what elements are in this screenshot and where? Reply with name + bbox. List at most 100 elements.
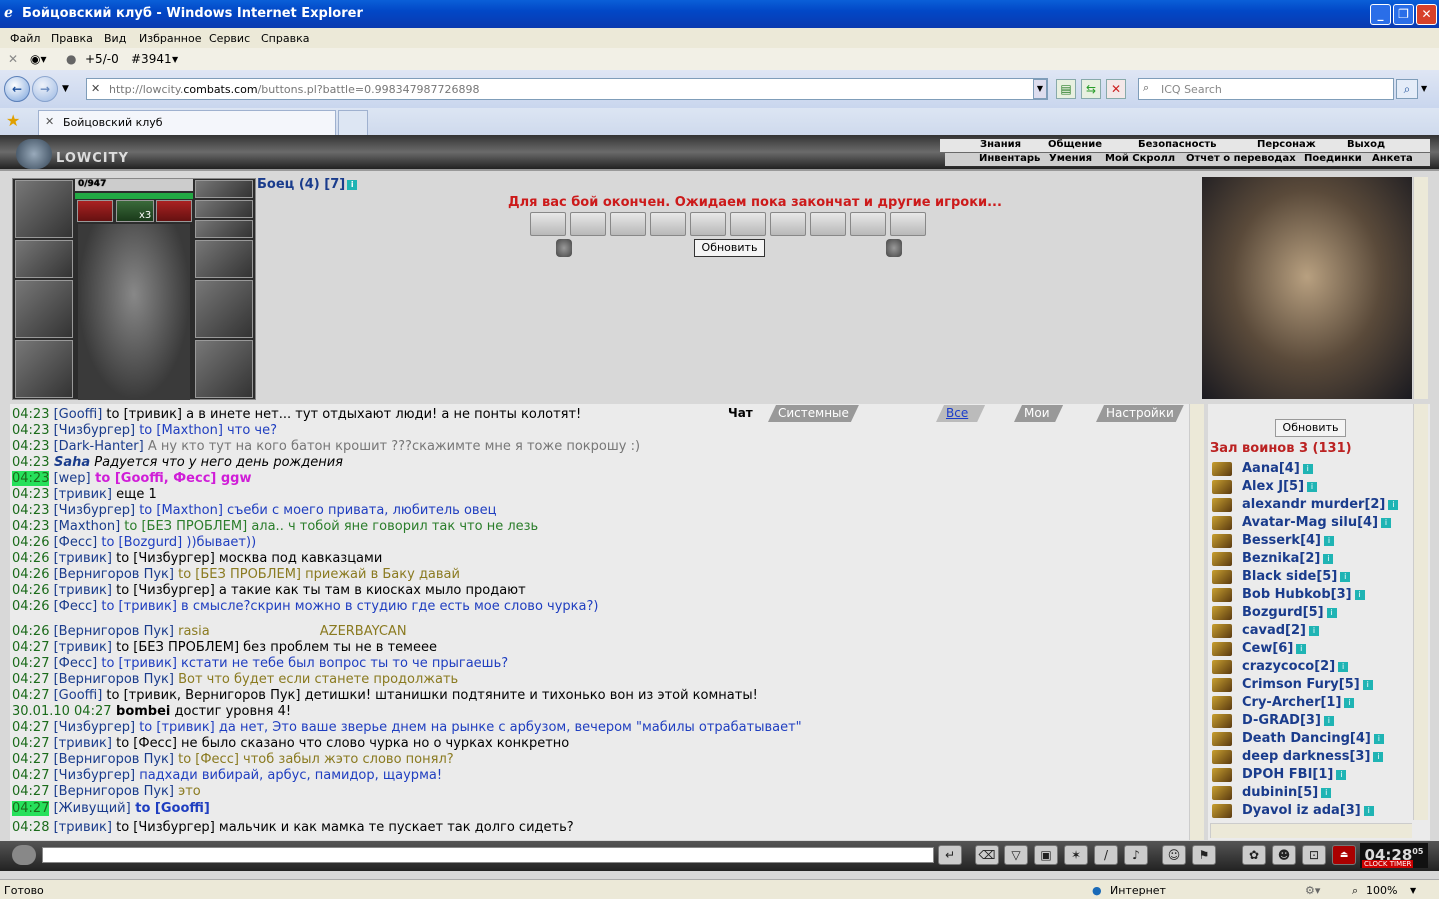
character-figure[interactable] [78,224,190,400]
weapon-slot-icon[interactable] [15,280,73,338]
exit-icon[interactable]: ⏏ [1332,845,1356,865]
private-message-icon[interactable] [1212,479,1232,494]
new-tab-button[interactable] [338,110,368,135]
scroll-left-icon[interactable] [556,239,572,257]
chat-nick[interactable]: [Dark-Hanter] [49,439,144,454]
info-icon[interactable]: i [1362,679,1373,690]
chat-nick[interactable]: [Вернигоров Пук] [49,784,174,799]
chat-time[interactable]: 04:23 [12,503,49,518]
user-row[interactable]: deep darkness[3] i [1212,749,1384,766]
info-icon[interactable]: i [1388,499,1399,510]
user-row[interactable]: Bob Hubkob[3] i [1212,587,1365,604]
info-icon[interactable]: i [1373,751,1384,762]
user-name[interactable]: Crimson Fury[5] [1242,677,1360,692]
scroll-slot[interactable] [850,212,886,236]
user-row[interactable]: Crimson Fury[5] i [1212,677,1373,694]
info-icon[interactable]: i [1323,553,1334,564]
info-icon[interactable]: i [1323,715,1334,726]
address-bar[interactable]: ✕ http://lowcity.combats.com/buttons.pl?… [86,78,1048,100]
chat-nick[interactable]: [Фесс] [49,535,98,550]
private-message-icon[interactable] [1212,803,1232,818]
effect-icon[interactable] [77,200,113,222]
chat-time[interactable]: 04:27 [12,752,49,767]
chat-nick[interactable]: [Gooffi] [49,688,103,703]
info-icon[interactable]: i [1302,463,1313,474]
menu-view[interactable]: Вид [104,32,126,45]
chat-time[interactable]: 04:23 [12,423,49,438]
speaker-icon[interactable] [12,845,36,865]
refresh-icon[interactable]: ⇆ [1081,79,1101,99]
private-message-icon[interactable] [1212,497,1232,512]
gloves-slot-icon[interactable] [195,240,253,278]
chat-time[interactable]: 04:27 [12,784,49,799]
chat-time[interactable]: 04:23 [12,487,49,502]
translit-icon[interactable]: / [1094,845,1118,865]
chat-time[interactable]: 04:27 [12,801,50,816]
users-scrollbar[interactable] [1413,404,1428,820]
chevron-down-icon[interactable]: ▼ [172,55,178,64]
private-message-icon[interactable] [1212,515,1232,530]
chat-nick[interactable]: [Вернигоров Пук] [49,567,174,582]
protected-mode-icon[interactable]: ⚙▾ [1305,884,1320,897]
user-row[interactable]: Death Dancing[4] i [1212,731,1384,748]
user-name[interactable]: DPOH FBI[1] [1242,767,1333,782]
private-message-icon[interactable] [1212,533,1232,548]
chat-time[interactable]: 30.01.10 04:27 [12,704,112,719]
user-row[interactable]: crazycoco[2] i [1212,659,1349,676]
user-row[interactable]: Avatar-Mag silu[4] i [1212,515,1392,532]
search-input[interactable]: ⌕ ICQ Search [1138,78,1394,100]
private-message-icon[interactable] [1212,749,1232,764]
chat-time[interactable]: 04:28 [12,820,49,835]
chat-nick[interactable]: [тривик] [49,583,112,598]
chat-time[interactable]: 04:26 [12,551,49,566]
chat-nick[interactable]: [Вернигоров Пук] [49,672,174,687]
send-icon[interactable]: ↵ [938,845,962,865]
chat-time[interactable]: 04:26 [12,624,49,639]
chat-nick[interactable]: bombei [112,704,170,719]
info-icon[interactable]: i [1338,661,1349,672]
info-icon[interactable]: i [1373,733,1384,744]
user-name[interactable]: Alex J[5] [1242,479,1304,494]
info-icon[interactable]: i [1354,589,1365,600]
tab-my-logs[interactable]: Мои логи [1014,405,1063,422]
user-name[interactable]: Black side[5] [1242,569,1337,584]
chat-nick[interactable]: [тривик] [49,551,112,566]
user-name[interactable]: Death Dancing[4] [1242,731,1371,746]
private-message-icon[interactable] [1212,551,1232,566]
scroll-slot[interactable] [570,212,606,236]
chat-time[interactable]: 04:26 [12,583,49,598]
compat-view-icon[interactable]: ▤ [1056,79,1076,99]
chat-nick[interactable]: [Вернигоров Пук] [49,624,174,639]
menu-skills[interactable]: Умения [1045,153,1097,166]
rating-value[interactable]: +5/-0 [85,52,119,66]
user-row[interactable]: dubinin[5] i [1212,785,1332,802]
menu-tools[interactable]: Сервис [209,32,250,45]
scroll-slot[interactable] [770,212,806,236]
private-message-icon[interactable] [1212,659,1232,674]
chat-nick[interactable]: [тривик] [49,487,112,502]
sound-icon[interactable]: ♪ [1124,845,1148,865]
zoom-level[interactable]: 100% [1366,884,1397,897]
smiley-icon[interactable]: ☺ [1162,845,1186,865]
user-row[interactable]: Dyavol iz ada[3] i [1212,803,1374,820]
user-row[interactable]: Cew[6] i [1212,641,1307,658]
info-icon[interactable]: i [1336,769,1347,780]
info-icon[interactable]: i [1308,625,1319,636]
close-button[interactable]: ✕ [1416,4,1437,25]
chat-nick[interactable]: [тривик] [49,820,112,835]
chat-log[interactable]: 04:23 [Gooffi] to [тривик] а в инете нет… [10,404,1194,840]
chat-time[interactable]: 04:23 [12,439,49,454]
tab-all-logs[interactable]: Все логи [936,405,985,422]
effect-icon[interactable] [156,200,192,222]
user-row[interactable]: Bozgurd[5] i [1212,605,1337,622]
user-name[interactable]: Dyavol iz ada[3] [1242,803,1361,818]
chat-nick[interactable]: [Gooffi] [49,407,103,422]
lock-icon[interactable]: ⊡ [1302,845,1326,865]
user-row[interactable]: Aana[4] i [1212,461,1313,478]
private-message-icon[interactable] [1212,767,1232,782]
chat-time[interactable]: 04:26 [12,567,49,582]
bag-icon[interactable]: ✿ [1242,845,1266,865]
scroll-slot[interactable] [530,212,566,236]
private-message-icon[interactable] [1212,587,1232,602]
user-name[interactable]: Besserk[4] [1242,533,1321,548]
